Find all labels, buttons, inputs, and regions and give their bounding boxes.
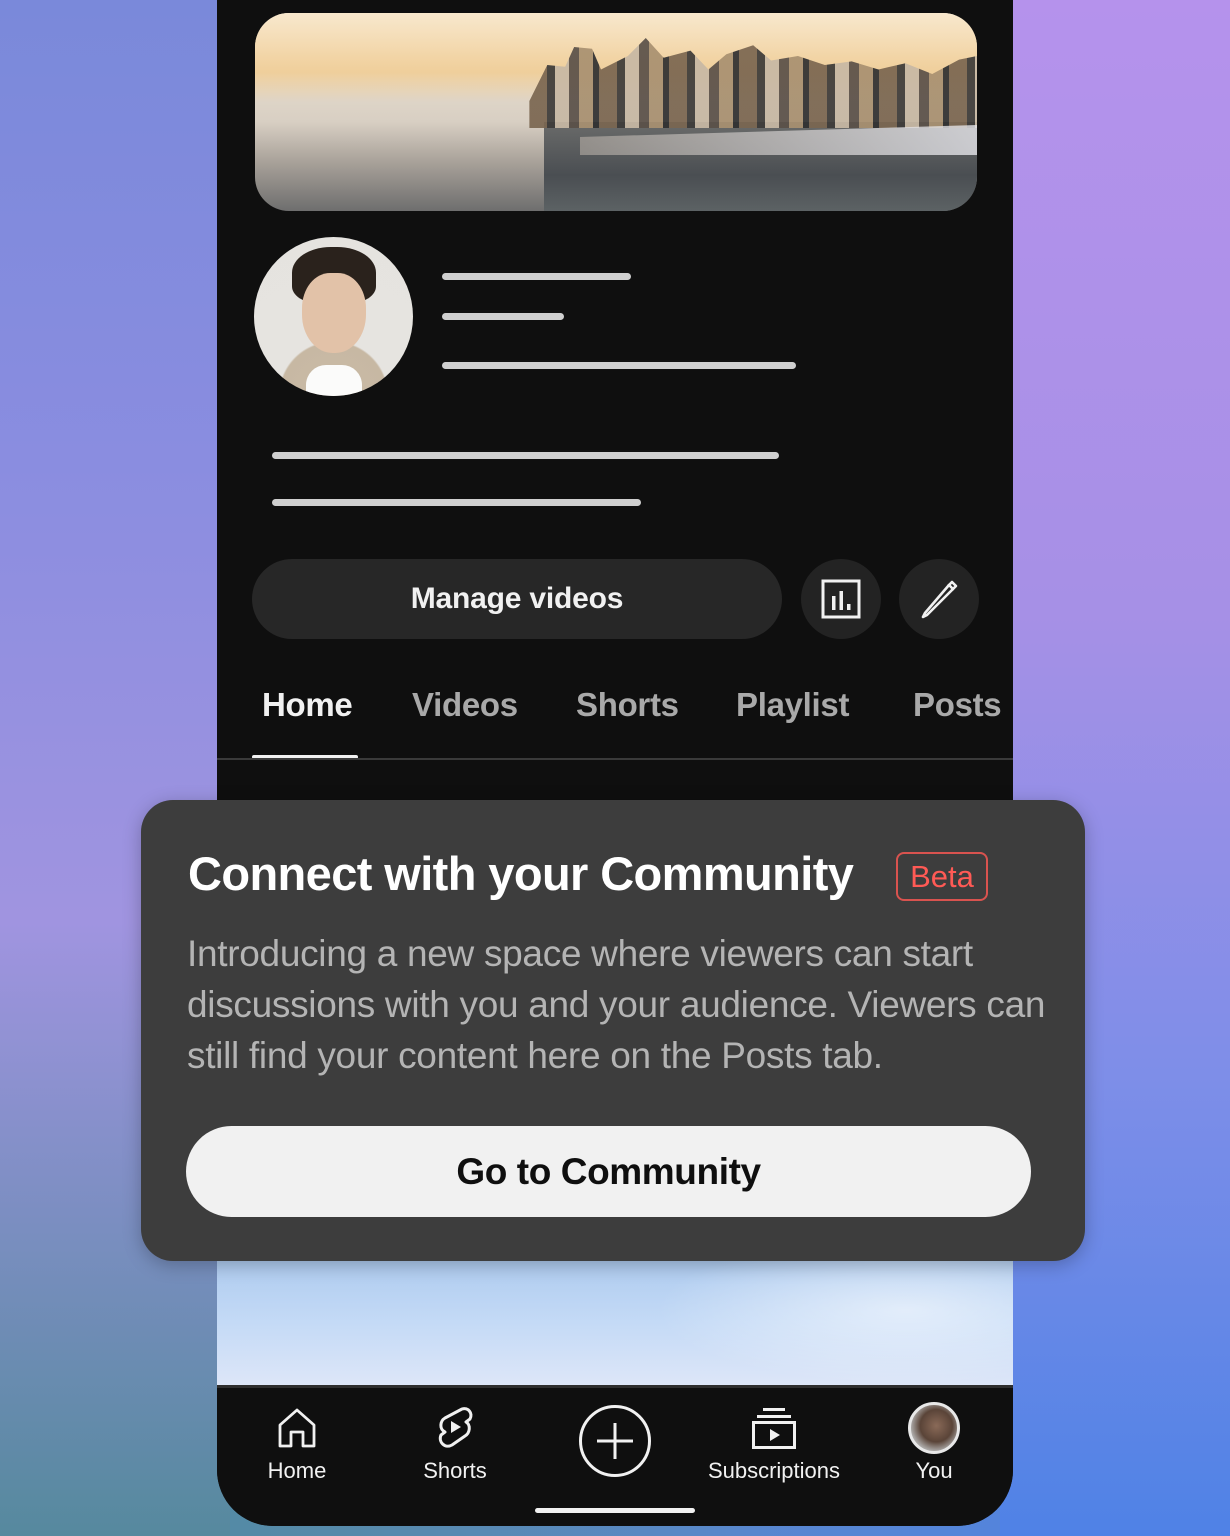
popup-description: Introducing a new space where viewers ca… (187, 933, 1046, 1076)
background-right (1000, 0, 1230, 1536)
manage-videos-button[interactable]: Manage videos (252, 559, 782, 639)
skeleton-channel-name (442, 273, 631, 280)
pencil-icon (921, 580, 958, 619)
nav-home[interactable]: Home (217, 1402, 377, 1492)
nav-shorts[interactable]: Shorts (375, 1402, 535, 1492)
beta-badge: Beta (896, 852, 988, 901)
bottom-navigation: Home Shorts Subscriptions You (217, 1385, 1013, 1526)
channel-banner (255, 13, 977, 211)
skeleton-handle (442, 313, 564, 320)
phone-screen: Manage videos Home Videos Shorts Playlis… (217, 0, 1013, 1526)
tabs-divider (217, 758, 1013, 760)
user-avatar-icon (908, 1402, 960, 1454)
nav-you-label: You (915, 1458, 953, 1483)
tab-home[interactable]: Home (262, 686, 353, 724)
create-plus-icon (597, 1423, 633, 1459)
tab-shorts[interactable]: Shorts (576, 686, 679, 724)
nav-subscriptions-label: Subscriptions (707, 1458, 841, 1483)
avatar-face (302, 273, 366, 353)
subscriptions-icon (752, 1408, 796, 1449)
community-promo-card: Connect with your Community Beta Introdu… (141, 800, 1085, 1261)
tab-posts[interactable]: Posts (913, 686, 1002, 724)
tab-videos[interactable]: Videos (412, 686, 518, 724)
edit-channel-button[interactable] (899, 559, 979, 639)
analytics-icon (821, 579, 861, 619)
popup-title: Connect with your Community (188, 847, 854, 900)
channel-tabs: Home Videos Shorts Playlist Posts (217, 670, 1013, 760)
home-indicator-bar[interactable] (535, 1508, 695, 1513)
nav-you[interactable]: You (854, 1402, 1013, 1492)
content-preview-image (217, 1260, 1013, 1385)
analytics-button[interactable] (801, 559, 881, 639)
tab-playlist[interactable]: Playlist (736, 686, 849, 724)
background-left (0, 0, 230, 1536)
channel-avatar[interactable] (254, 237, 413, 396)
nav-home-label: Home (267, 1458, 327, 1483)
skeleton-description-line-1 (272, 452, 779, 459)
nav-shorts-label: Shorts (423, 1458, 487, 1483)
home-icon (278, 1408, 316, 1448)
skeleton-stats (442, 362, 796, 369)
avatar-shirt (306, 365, 362, 396)
shorts-icon (438, 1407, 473, 1448)
go-to-community-button[interactable]: Go to Community (186, 1126, 1031, 1217)
create-button[interactable] (579, 1405, 651, 1477)
skeleton-description-line-2 (272, 499, 641, 506)
nav-subscriptions[interactable]: Subscriptions (694, 1402, 854, 1492)
